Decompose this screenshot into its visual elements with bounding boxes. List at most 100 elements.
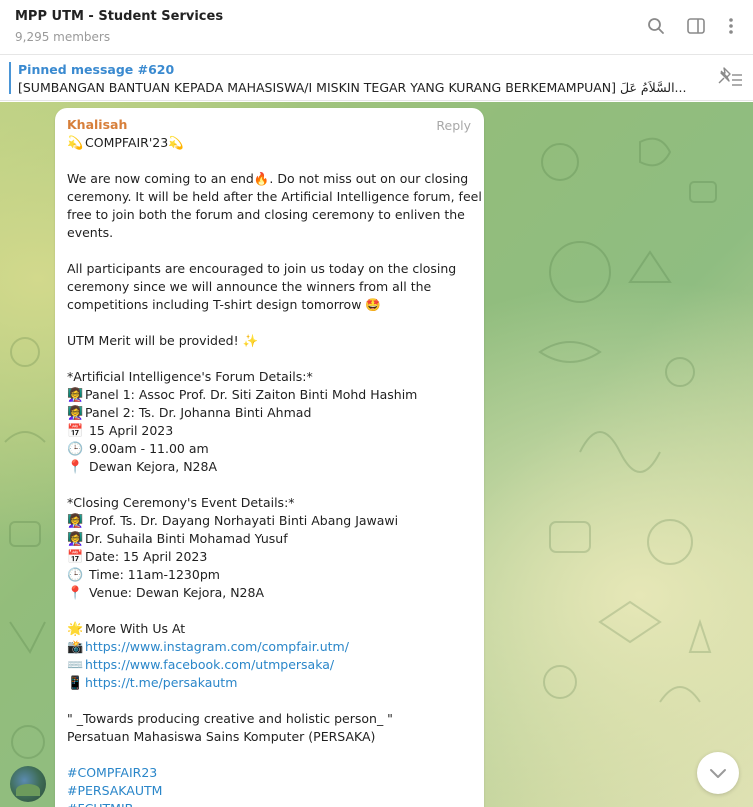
- hashtag-link[interactable]: #PERSAKAUTM: [67, 783, 162, 798]
- message-line: events.: [67, 224, 477, 242]
- message-text: Prof. Ts. Dr. Dayang Norhayati Binti Aba…: [85, 513, 399, 528]
- emoji-icon: 💫: [67, 136, 84, 151]
- emoji-icon: 🕒: [67, 568, 84, 583]
- message-line: 📍 Venue: Dewan Kejora, N28A: [67, 584, 477, 602]
- message-text: Dr. Suhaila Binti Mohamad Yusuf: [85, 531, 288, 546]
- message-text: *Closing Ceremony's Event Details:*: [67, 495, 295, 510]
- emoji-icon: 📸: [67, 640, 84, 655]
- scroll-down-button[interactable]: [697, 752, 739, 794]
- message-line: competitions including T-shirt design to…: [67, 296, 477, 314]
- message-line: ⌨️ https://www.facebook.com/utmpersaka/: [67, 656, 477, 674]
- pinned-text: [SUMBANGAN BANTUAN KEPADA MAHASISWA/I MI…: [18, 80, 687, 95]
- emoji-icon: 📱: [67, 676, 84, 691]
- message-text: Venue: Dewan Kejora, N28A: [85, 585, 264, 600]
- reply-button[interactable]: Reply: [436, 118, 471, 133]
- message-line: free to join both the forum and closing …: [67, 206, 477, 224]
- message-line: 💫 COMPFAIR'23💫: [67, 134, 477, 152]
- message-line: 👩‍🏫 Dr. Suhaila Binti Mohamad Yusuf: [67, 530, 477, 548]
- message-text: 15 April 2023: [85, 423, 174, 438]
- background-pattern-left: [4, 337, 46, 759]
- emoji-icon: 👩‍🏫: [67, 388, 84, 403]
- message-line: 📱 https://t.me/persakautm: [67, 674, 477, 692]
- message-line: 🕒 9.00am - 11.00 am: [67, 440, 477, 458]
- message-line: All participants are encouraged to join …: [67, 260, 477, 278]
- chevron-down-icon: [710, 769, 726, 778]
- message-line: 🌟 More With Us At: [67, 620, 477, 638]
- message-text: More With Us At: [85, 621, 186, 636]
- emoji-icon: 🌟: [67, 622, 84, 637]
- message-text: ceremony. It will be held after the Arti…: [67, 189, 482, 204]
- message-line: 📍 Dewan Kejora, N28A: [67, 458, 477, 476]
- sidebar-toggle-icon[interactable]: [685, 15, 707, 37]
- emoji-icon: 👩‍🏫: [67, 532, 84, 547]
- url-link[interactable]: https://t.me/persakautm: [85, 675, 237, 690]
- message-line: UTM Merit will be provided! ✨: [67, 332, 477, 350]
- message-text: We are now coming to an end🔥. Do not mis…: [67, 171, 469, 186]
- hashtag-link[interactable]: #COMPFAIR23: [67, 765, 157, 780]
- message-line: 📅 Date: 15 April 2023: [67, 548, 477, 566]
- message-line: ceremony. It will be held after the Arti…: [67, 188, 482, 206]
- message-text: Panel 1: Assoc Prof. Dr. Siti Zaiton Bin…: [85, 387, 418, 402]
- message-text: UTM Merit will be provided! ✨: [67, 333, 259, 348]
- message-text: Panel 2: Ts. Dr. Johanna Binti Ahmad: [85, 405, 312, 420]
- message-text: 9.00am - 11.00 am: [85, 441, 209, 456]
- message-line: #COMPFAIR23: [67, 764, 477, 782]
- emoji-icon: 👩‍🏫: [67, 514, 84, 529]
- message-line: 👩‍🏫 Panel 2: Ts. Dr. Johanna Binti Ahmad: [67, 404, 477, 422]
- message-line: *Artificial Intelligence's Forum Details…: [67, 368, 477, 386]
- message-body: 💫 COMPFAIR'23💫 We are now coming to an end…: [67, 134, 482, 807]
- message-line: 📸 https://www.instagram.com/compfair.utm/: [67, 638, 477, 656]
- chat-title[interactable]: MPP UTM - Student Services: [15, 9, 223, 24]
- pinned-message-bar[interactable]: Pinned message #620 [SUMBANGAN BANTUAN K…: [0, 55, 753, 101]
- sender-name[interactable]: Khalisah: [67, 117, 127, 132]
- message-line: " _Towards producing creative and holist…: [67, 710, 477, 728]
- emoji-icon: 📅: [67, 424, 84, 439]
- message-text: ceremony since we will announce the winn…: [67, 279, 432, 294]
- message-text: All participants are encouraged to join …: [67, 261, 457, 276]
- more-vertical-icon[interactable]: [720, 15, 742, 37]
- avatar[interactable]: [10, 766, 46, 802]
- message-text: competitions including T-shirt design to…: [67, 297, 381, 312]
- member-count: 9,295 members: [15, 30, 111, 44]
- message-text: Date: 15 April 2023: [85, 549, 208, 564]
- message-text: COMPFAIR'23💫: [85, 135, 184, 150]
- message-line: #PERSAKAUTM: [67, 782, 477, 800]
- emoji-icon: 📍: [67, 586, 84, 601]
- message-line: *Closing Ceremony's Event Details:*: [67, 494, 477, 512]
- emoji-icon: 🕒: [67, 442, 84, 457]
- message-line: Persatuan Mahasiswa Sains Komputer (PERS…: [67, 728, 477, 746]
- message-text: Persatuan Mahasiswa Sains Komputer (PERS…: [67, 729, 376, 744]
- chat-header: MPP UTM - Student Services 9,295 members: [0, 0, 753, 55]
- message-line: 👩‍🏫 Prof. Ts. Dr. Dayang Norhayati Binti…: [67, 512, 477, 530]
- search-icon[interactable]: [645, 15, 667, 37]
- message-line: We are now coming to an end🔥. Do not mis…: [67, 170, 477, 188]
- pinned-list-icon[interactable]: [717, 67, 743, 89]
- hashtag-link[interactable]: #FCUTMJB: [67, 801, 133, 807]
- message-line: 🕒 Time: 11am-1230pm: [67, 566, 477, 584]
- emoji-icon: 📅: [67, 550, 84, 565]
- emoji-icon: 📍: [67, 460, 84, 475]
- message-line: 📅 15 April 2023: [67, 422, 477, 440]
- pinned-accent-bar: [9, 62, 11, 94]
- emoji-icon: ⌨️: [67, 658, 84, 673]
- message-text: free to join both the forum and closing …: [67, 207, 465, 222]
- url-link[interactable]: https://www.instagram.com/compfair.utm/: [85, 639, 349, 654]
- background-pattern: [538, 137, 717, 703]
- message-line: ceremony since we will announce the winn…: [67, 278, 477, 296]
- telegram-window: MPP UTM - Student Services 9,295 members: [0, 0, 753, 807]
- pinned-label: Pinned message #620: [18, 62, 175, 77]
- message-line: #FCUTMJB: [67, 800, 477, 807]
- url-link[interactable]: https://www.facebook.com/utmpersaka/: [85, 657, 334, 672]
- message-text: Time: 11am-1230pm: [85, 567, 220, 582]
- message-line: 👩‍🏫 Panel 1: Assoc Prof. Dr. Siti Zaiton …: [67, 386, 477, 404]
- emoji-icon: 👩‍🏫: [67, 406, 84, 421]
- message-bubble[interactable]: Khalisah Reply 💫 COMPFAIR'23💫 We are now c…: [55, 108, 484, 807]
